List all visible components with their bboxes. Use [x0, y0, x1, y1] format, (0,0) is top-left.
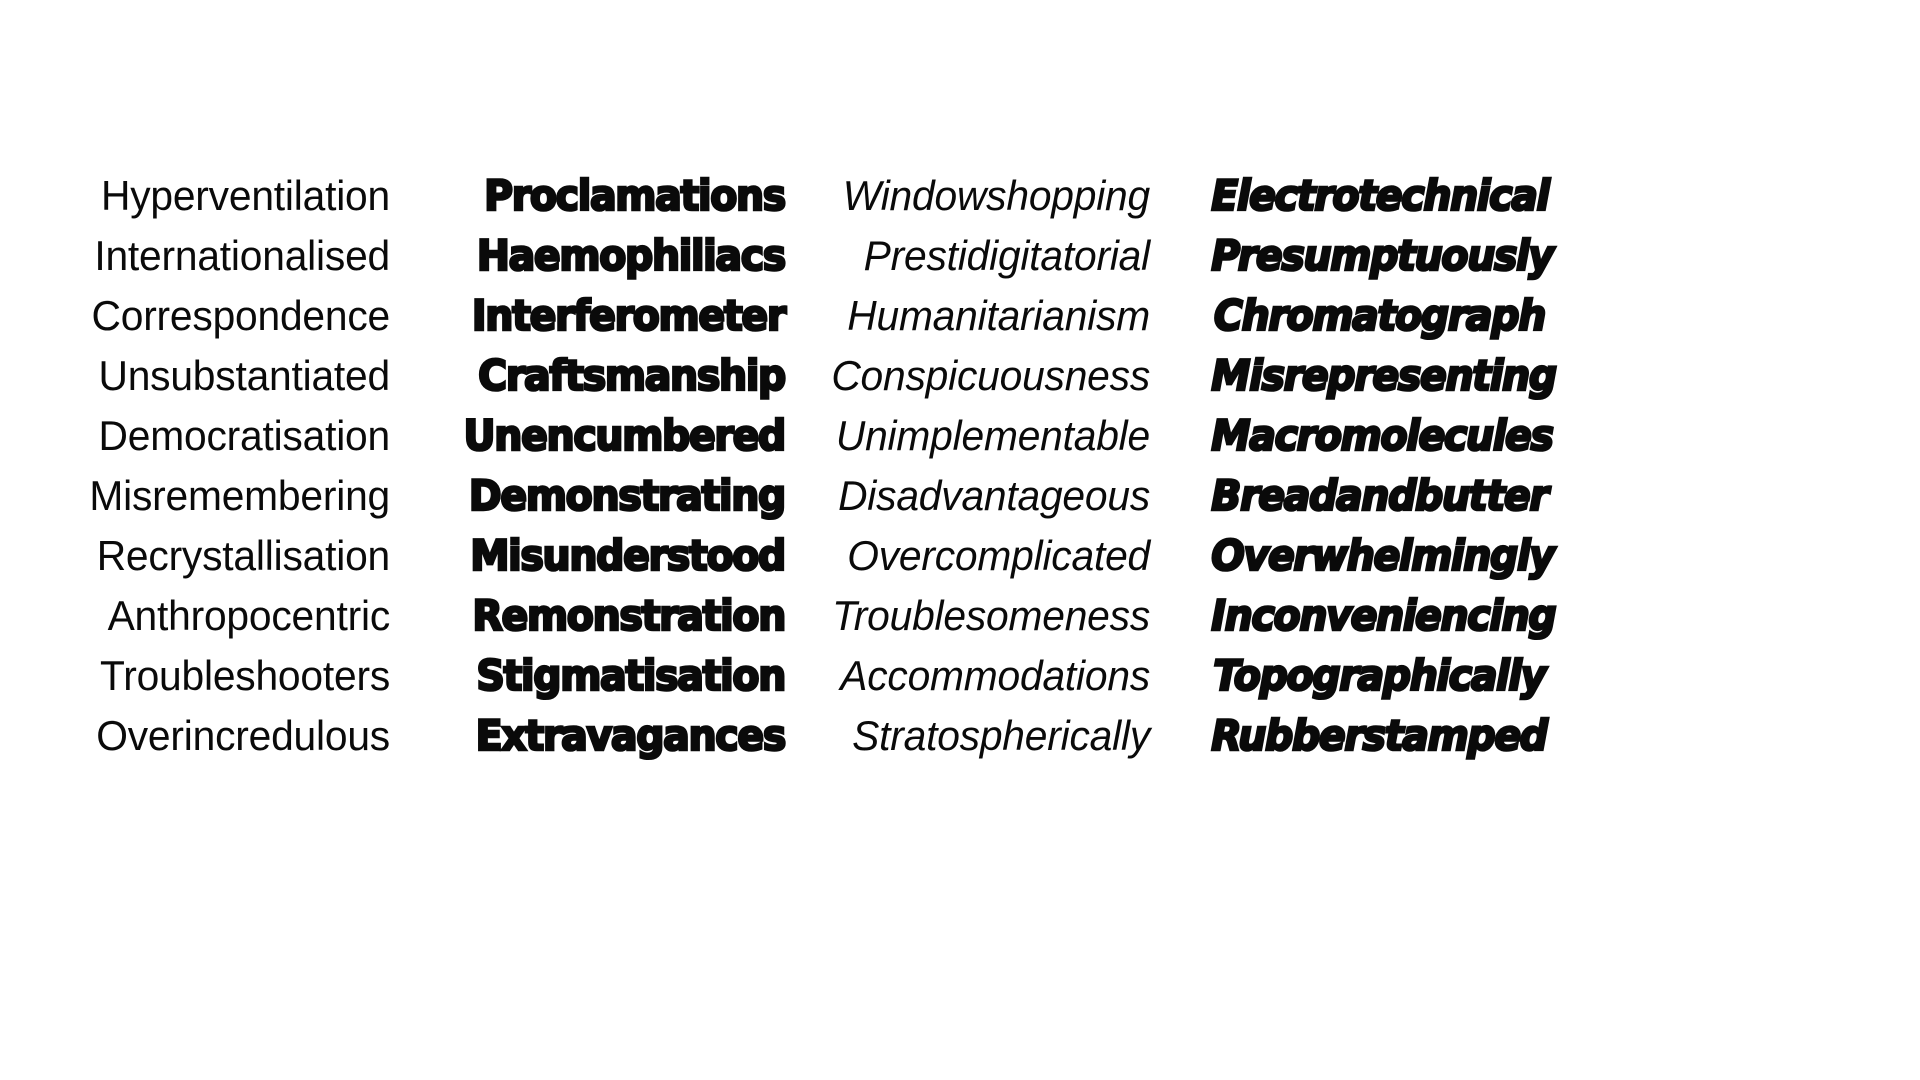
- specimen-word: Troubleshooters: [100, 652, 390, 699]
- specimen-word: Correspondence: [91, 292, 391, 339]
- specimen-word: Unimplementable: [835, 412, 1150, 459]
- column-gutter: [785, 150, 820, 210]
- column-gutter: [785, 690, 820, 750]
- column-gutter: [390, 150, 430, 210]
- specimen-word: Stigmatisation: [475, 650, 787, 702]
- specimen-word: Internationalised: [94, 232, 390, 279]
- column-gutter: [785, 630, 820, 690]
- column-gutter: [1150, 450, 1190, 510]
- column-gutter: [390, 570, 430, 630]
- column-gutter: [785, 570, 820, 630]
- specimen-word: Proclamations: [483, 170, 788, 222]
- column-gutter: [785, 270, 820, 330]
- column-gutter: [785, 510, 820, 570]
- column-gutter: [1150, 270, 1190, 330]
- specimen-word: Accommodations: [840, 652, 1150, 699]
- specimen-word: Topographically: [1212, 650, 1547, 702]
- specimen-word: Anthropocentric: [107, 592, 391, 639]
- column-gutter: [390, 270, 430, 330]
- specimen-word: Unencumbered: [462, 410, 787, 462]
- specimen-word: Remonstration: [471, 590, 787, 642]
- specimen-word: Interferometer: [471, 290, 788, 342]
- column-gutter: [390, 450, 430, 510]
- specimen-word: Windowshopping: [842, 172, 1150, 219]
- type-specimen-sheet: Hyperventilation Proclamations Windowsho…: [0, 0, 1920, 1080]
- column-gutter: [785, 330, 820, 390]
- specimen-word: Misunderstood: [469, 530, 788, 582]
- column-gutter: [390, 630, 430, 690]
- column-gutter: [1150, 390, 1190, 450]
- column-gutter: [785, 450, 820, 510]
- specimen-word: Unsubstantiated: [98, 352, 390, 399]
- specimen-word: Overcomplicated: [847, 532, 1150, 579]
- column-gutter: [1150, 510, 1190, 570]
- specimen-word: Rubberstamped: [1210, 710, 1549, 762]
- column-gutter: [1150, 210, 1190, 270]
- column-gutter: [390, 210, 430, 270]
- column-gutter: [1150, 330, 1190, 390]
- column-gutter: [390, 510, 430, 570]
- specimen-word: Overwhelmingly: [1210, 530, 1556, 582]
- specimen-word: Inconveniencing: [1210, 590, 1558, 642]
- specimen-word: Stratospherically: [852, 712, 1150, 759]
- specimen-word: Troublesomeness: [832, 592, 1150, 639]
- specimen-word: Humanitarianism: [847, 292, 1150, 339]
- specimen-word: Recrystallisation: [96, 532, 391, 579]
- specimen-word: Extravagances: [474, 710, 787, 762]
- specimen-word: Haemophiliacs: [476, 230, 788, 282]
- column-gutter: [390, 330, 430, 390]
- column-gutter: [1150, 150, 1190, 210]
- specimen-word: Disadvantageous: [838, 472, 1150, 519]
- specimen-word: Demonstrating: [468, 470, 788, 522]
- column-gutter: [785, 210, 820, 270]
- specimen-word: Electrotechnical: [1210, 170, 1551, 222]
- specimen-word: Macromolecules: [1210, 410, 1555, 462]
- specimen-word: Prestidigitatorial: [863, 232, 1151, 279]
- specimen-word: Misremembering: [89, 472, 391, 519]
- specimen-word: Democratisation: [98, 412, 391, 459]
- specimen-word-grid: Hyperventilation Proclamations Windowsho…: [40, 150, 1558, 762]
- specimen-word: Chromatograph: [1213, 290, 1548, 342]
- column-gutter: [1150, 630, 1190, 690]
- specimen-word: Hyperventilation: [100, 172, 391, 219]
- specimen-word: Overincredulous: [96, 712, 391, 759]
- specimen-word: Misrepresenting: [1210, 350, 1558, 402]
- column-gutter: [390, 690, 430, 750]
- column-gutter: [1150, 570, 1190, 630]
- specimen-word: Craftsmanship: [477, 350, 788, 402]
- column-gutter: [1150, 690, 1190, 750]
- column-gutter: [390, 390, 430, 450]
- specimen-word: Breadandbutter: [1210, 470, 1550, 522]
- specimen-word: Presumptuously: [1210, 230, 1555, 282]
- specimen-word: Conspicuousness: [831, 352, 1150, 399]
- column-gutter: [785, 390, 820, 450]
